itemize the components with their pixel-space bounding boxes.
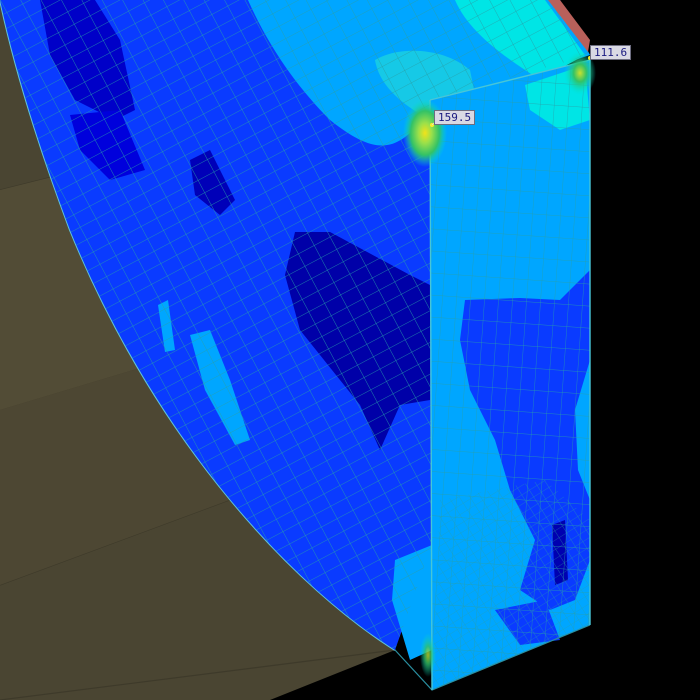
fea-contour-viewport[interactable] <box>0 0 700 700</box>
probe-label-1[interactable]: 159.5 <box>434 110 476 125</box>
stress-hotspot <box>420 633 436 677</box>
probe-label-2[interactable]: 111.6 <box>590 45 632 60</box>
